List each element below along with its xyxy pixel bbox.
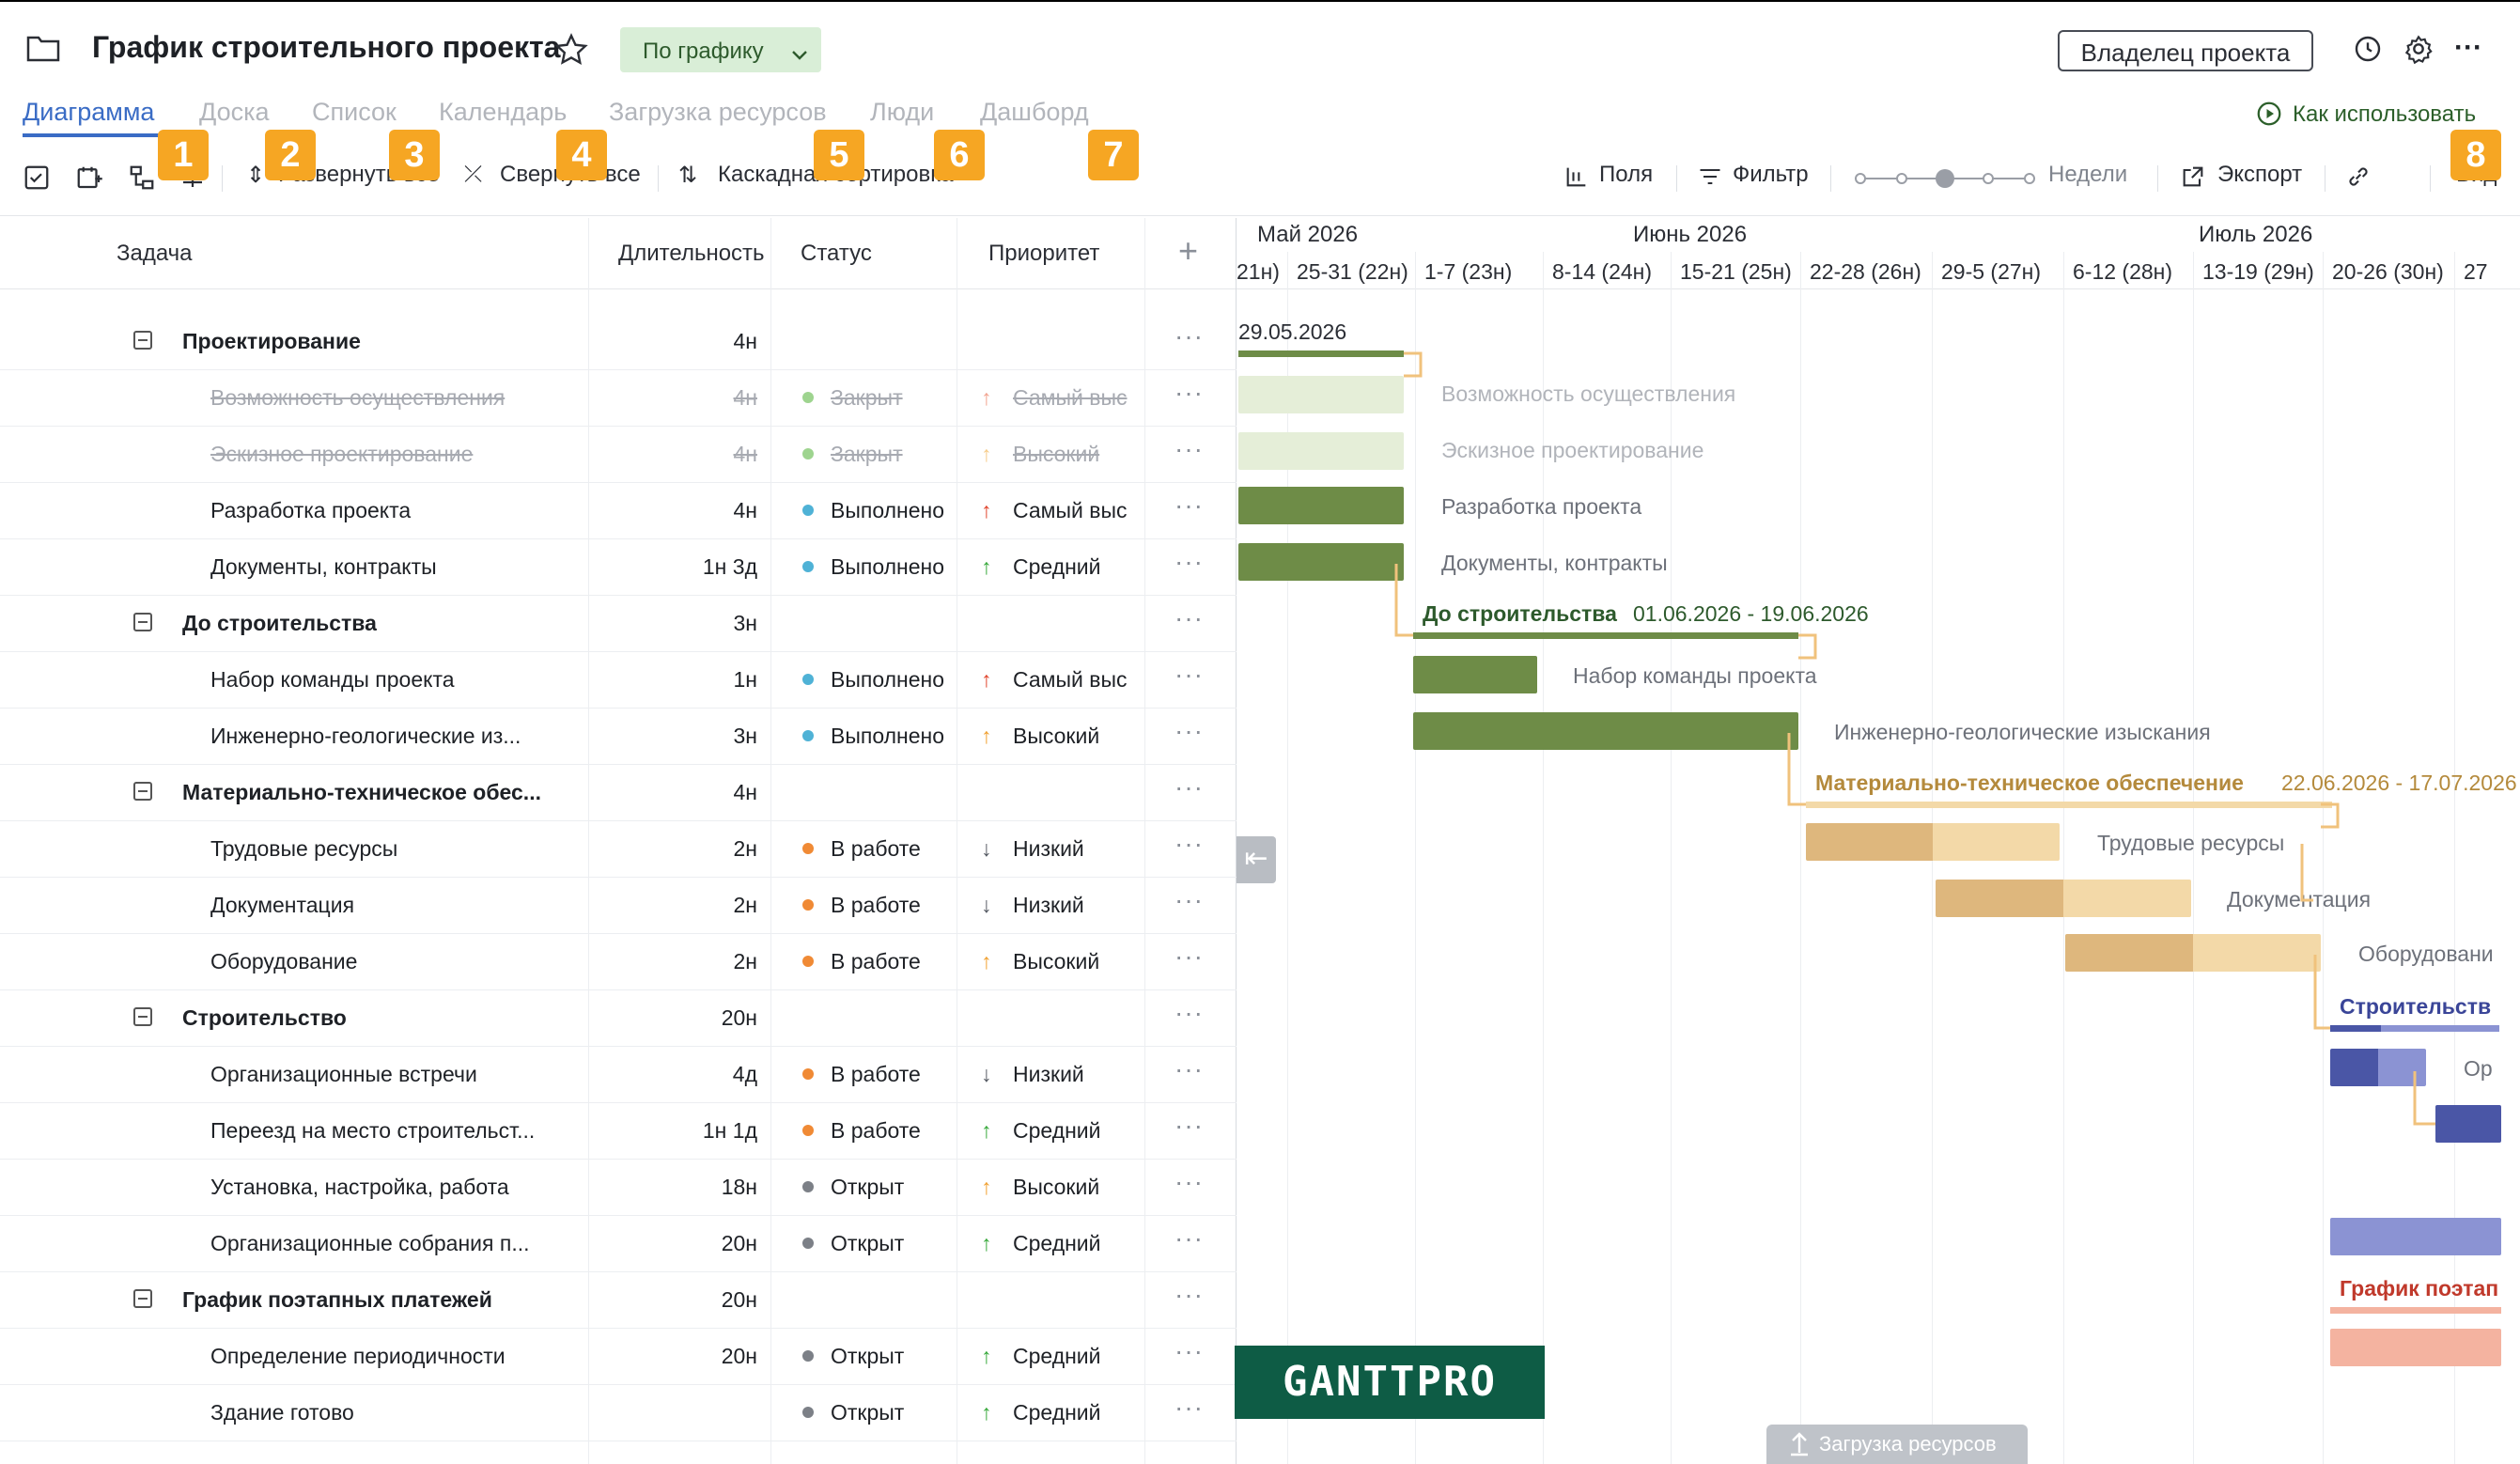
resources-panel-label: Загрузка ресурсов: [1819, 1432, 1997, 1456]
dependency-lines: [1394, 351, 2435, 1126]
ganttpro-logo: GANTTPRO: [1235, 1346, 1545, 1419]
collapse-grid-button[interactable]: ⇤: [1237, 836, 1276, 883]
upload-icon: [1789, 1430, 1810, 1462]
resources-panel-toggle[interactable]: Загрузка ресурсов: [1766, 1425, 2028, 1464]
